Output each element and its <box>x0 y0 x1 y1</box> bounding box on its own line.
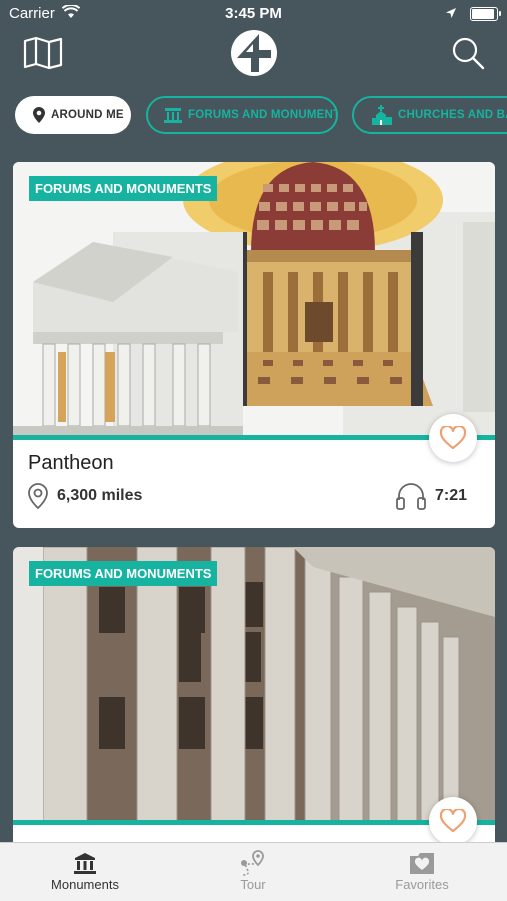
distance-info: 6,300 miles <box>27 482 142 510</box>
status-time: 3:45 PM <box>225 5 282 22</box>
category-badge: FORUMS AND MONUMENTS <box>29 176 218 201</box>
filter-around-me[interactable]: AROUND ME <box>15 96 131 134</box>
nav-bar <box>0 28 507 84</box>
tab-label: Favorites <box>395 877 449 892</box>
search-button[interactable] <box>448 34 488 74</box>
duration-value: 7:21 <box>434 487 467 504</box>
temple-columns-photo <box>13 547 495 821</box>
tab-label: Tour <box>240 877 266 892</box>
favorite-button[interactable] <box>429 797 477 845</box>
monument-icon <box>25 849 145 877</box>
filter-forums-and-monuments[interactable]: FORUMS AND MONUMENTS <box>146 96 338 134</box>
tab-label: Monuments <box>51 877 119 892</box>
route-icon <box>193 849 313 877</box>
pantheon-illustration <box>13 162 495 436</box>
location-arrow-icon <box>445 6 457 23</box>
church-icon <box>372 105 392 125</box>
monument-card[interactable]: FORUMS AND MONUMENTS Pantheon 6,300 mile… <box>13 162 495 528</box>
card-accent-bar <box>13 820 495 825</box>
favorites-folder-icon <box>362 849 482 877</box>
map-icon <box>23 36 63 70</box>
filter-label: AROUND ME <box>51 109 124 121</box>
monument-card[interactable]: FORUMS AND MONUMENTS <box>13 547 495 867</box>
location-pin-icon <box>28 483 48 510</box>
filter-label: CHURCHES AND BASILIC <box>398 109 507 121</box>
heart-icon <box>440 426 466 450</box>
favorite-button[interactable] <box>429 414 477 462</box>
audio-duration: 7:21 <box>395 482 467 510</box>
battery-icon <box>470 7 501 21</box>
status-bar: Carrier 3:45 PM <box>0 0 507 28</box>
headphones-icon <box>396 483 426 510</box>
monument-icon <box>164 107 182 123</box>
monument-title: Pantheon <box>28 452 114 474</box>
search-icon <box>452 37 485 70</box>
map-button[interactable] <box>22 36 64 70</box>
tab-favorites[interactable]: Favorites <box>362 849 482 892</box>
distance-value: 6,300 miles <box>57 487 143 504</box>
app-logo <box>229 28 279 78</box>
card-accent-bar <box>13 435 495 440</box>
category-filters: AROUND ME FORUMS AND MONUMENTS CHURCHES … <box>0 96 507 138</box>
filter-label: FORUMS AND MONUMENTS <box>188 109 338 121</box>
category-badge: FORUMS AND MONUMENTS <box>29 561 218 586</box>
tab-monuments[interactable]: Monuments <box>25 849 145 892</box>
location-pin-icon <box>33 107 45 123</box>
filter-churches-and-basilicas[interactable]: CHURCHES AND BASILIC <box>352 96 507 134</box>
tab-tour[interactable]: Tour <box>193 849 313 892</box>
heart-icon <box>440 809 466 833</box>
tab-bar: Monuments Tour Favorites <box>0 842 507 901</box>
